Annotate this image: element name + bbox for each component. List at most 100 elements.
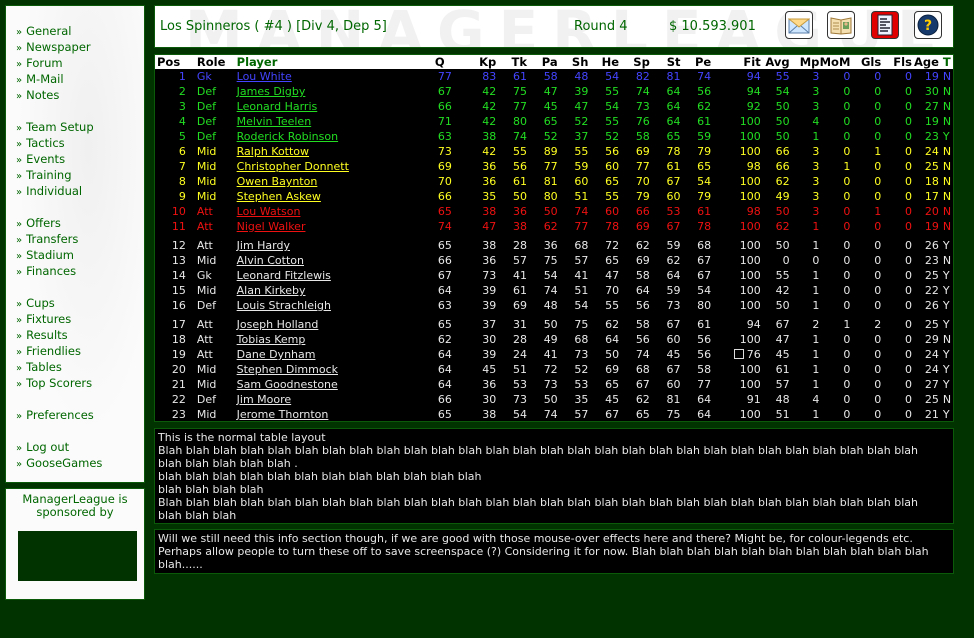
- player-row[interactable]: 18 Att Tobias Kemp 62 30 28 49 68 64 56 60 56 100 47 1…: [155, 332, 953, 347]
- player-row[interactable]: 6 Mid Ralph Kottow 73 42 55 89 55 56 69 78 79 100 66 3…: [155, 144, 953, 159]
- player-row[interactable]: 2 Def James Digby 67 42 75 47 39 55 74 64 56 94 54 3 0 0…: [155, 84, 953, 99]
- player-row[interactable]: 9 Mid Stephen Askew 66 35 50 80 51 55 79 60 79 100 49…: [155, 189, 953, 204]
- player-link[interactable]: Jim Hardy: [237, 239, 290, 252]
- player-row[interactable]: 5 Def Roderick Robinson 63 38 74 52 37 52 58 65 59 1…: [155, 129, 953, 144]
- player-row[interactable]: 13 Mid Alvin Cotton 66 36 57 75 57 65 69 62 67 100 0 0…: [155, 253, 953, 268]
- sidebar-item-fixtures[interactable]: » Fixtures: [6, 311, 144, 327]
- cell-mp: 3: [812, 85, 820, 98]
- col-header-fls[interactable]: Fls: [881, 55, 912, 69]
- col-header-sp[interactable]: Sp: [619, 55, 650, 69]
- sidebar-item-top-scorers[interactable]: » Top Scorers: [6, 375, 144, 391]
- player-link[interactable]: Louis Strachleigh: [237, 299, 331, 312]
- col-header-pa[interactable]: Pa: [526, 55, 558, 69]
- sidebar-item-log-out[interactable]: » Log out: [6, 439, 144, 455]
- sidebar-item-individual[interactable]: » Individual: [6, 183, 144, 199]
- player-row[interactable]: 11 Att Nigel Walker 74 47 38 62 77 78 69 67 78 100 62…: [155, 219, 953, 234]
- col-header-tk[interactable]: Tk: [496, 55, 527, 69]
- player-row[interactable]: 12 Att Jim Hardy 65 38 28 36 68 72 62 59 68 100 50 1 0 0…: [155, 238, 953, 253]
- sidebar-item-newspaper[interactable]: » Newspaper: [6, 39, 144, 55]
- sidebar-item-training[interactable]: » Training: [6, 167, 144, 183]
- newspaper-button[interactable]: [827, 11, 855, 39]
- mail-button[interactable]: [785, 11, 813, 39]
- col-header-gls[interactable]: Gls: [850, 55, 882, 69]
- player-row[interactable]: 4 Def Melvin Teelen 71 42 80 65 52 55 76 64 61 100 50…: [155, 114, 953, 129]
- player-link[interactable]: Nigel Walker: [237, 220, 306, 233]
- sidebar-item-friendlies[interactable]: » Friendlies: [6, 343, 144, 359]
- cell-role: Att: [196, 348, 213, 361]
- player-row[interactable]: 10 Att Lou Watson 65 38 36 50 74 60 66 53 61 98 50 3 0 1…: [155, 204, 953, 219]
- col-header-q[interactable]: Q: [434, 55, 452, 69]
- col-header-player[interactable]: Player: [236, 55, 435, 69]
- player-link[interactable]: James Digby: [237, 85, 306, 98]
- player-link[interactable]: Lou Watson: [237, 205, 301, 218]
- player-row[interactable]: 16 Def Louis Strachleigh 63 39 69 48 54 55 56 73 80…: [155, 298, 953, 313]
- player-row[interactable]: 21 Mid Sam Goodnestone 64 36 53 73 53 65 67 60 77 10…: [155, 377, 953, 392]
- player-row[interactable]: 19 Att Dane Dynham 64 39 24 41 73 50 74 45 56 76 45 1 0…: [155, 347, 953, 362]
- player-link[interactable]: Christopher Donnett: [237, 160, 349, 173]
- sidebar-item-cups[interactable]: » Cups: [6, 295, 144, 311]
- sidebar-item-results[interactable]: » Results: [6, 327, 144, 343]
- col-header-sh[interactable]: Sh: [557, 55, 589, 69]
- player-row[interactable]: 3 Def Leonard Harris 66 42 77 45 47 54 73 64 62 92 50…: [155, 99, 953, 114]
- sidebar-item-team-setup[interactable]: » Team Setup: [6, 119, 144, 135]
- player-row[interactable]: 1 Gk Lou White 77 83 61 58 48 54 82 81 74 94 55 3 0 0 0 19…: [155, 69, 953, 84]
- sidebar-item-tactics[interactable]: » Tactics: [6, 135, 144, 151]
- player-link[interactable]: Roderick Robinson: [237, 130, 338, 143]
- sidebar-item-events[interactable]: » Events: [6, 151, 144, 167]
- sponsor-banner[interactable]: [18, 531, 137, 581]
- col-header-mom[interactable]: MoM: [819, 55, 851, 69]
- sidebar-item-goosegames[interactable]: » GooseGames: [6, 455, 144, 471]
- sidebar-item-offers[interactable]: » Offers: [6, 215, 144, 231]
- player-link[interactable]: Sam Goodnestone: [237, 378, 338, 391]
- player-link[interactable]: Ralph Kottow: [237, 145, 309, 158]
- player-link[interactable]: Leonard Fitzlewis: [237, 269, 331, 282]
- player-link[interactable]: Stephen Dimmock: [237, 363, 338, 376]
- player-row[interactable]: 23 Mid Jerome Thornton 65 38 54 74 57 67 65 75 64 10…: [155, 407, 953, 421]
- player-link[interactable]: Alan Kirkeby: [237, 284, 306, 297]
- player-row[interactable]: 22 Def Jim Moore 66 30 73 50 35 45 62 81 64 91 48 4 0 0 0…: [155, 392, 953, 407]
- sidebar-item-notes[interactable]: » Notes: [6, 87, 144, 103]
- player-row[interactable]: 20 Mid Stephen Dimmock 64 45 51 72 52 69 68 67 58 10…: [155, 362, 953, 377]
- player-row[interactable]: 8 Mid Owen Baynton 70 36 61 81 60 65 70 67 54 100 62 3…: [155, 174, 953, 189]
- fitness-warning-checkbox[interactable]: [733, 349, 744, 359]
- sidebar-item-stadium[interactable]: » Stadium: [6, 247, 144, 263]
- cell-pe: 68: [697, 239, 712, 252]
- player-link[interactable]: Dane Dynham: [237, 348, 316, 361]
- player-link[interactable]: Leonard Harris: [237, 100, 318, 113]
- col-header-he[interactable]: He: [588, 55, 620, 69]
- sidebar-item-label: Preferences: [26, 408, 94, 422]
- player-row[interactable]: 14 Gk Leonard Fitzlewis 67 73 41 54 41 47 58 64 67 1…: [155, 268, 953, 283]
- sidebar-item-m-mail[interactable]: » M-Mail: [6, 71, 144, 87]
- sidebar-item-tables[interactable]: » Tables: [6, 359, 144, 375]
- col-header-age[interactable]: Age: [911, 55, 939, 69]
- sidebar-item-transfers[interactable]: » Transfers: [6, 231, 144, 247]
- help-button[interactable]: ?: [914, 11, 942, 39]
- sidebar-item-general[interactable]: » General: [6, 23, 144, 39]
- report-button[interactable]: [871, 11, 899, 39]
- player-link[interactable]: Owen Baynton: [237, 175, 318, 188]
- col-header-fit[interactable]: Fit: [711, 55, 761, 69]
- col-header-kp[interactable]: Kp: [451, 55, 497, 69]
- col-header-pos[interactable]: Pos: [155, 55, 186, 69]
- player-link[interactable]: Lou White: [237, 70, 292, 83]
- sidebar-item-preferences[interactable]: » Preferences: [6, 407, 144, 423]
- col-header-avg[interactable]: Avg: [760, 55, 790, 69]
- player-link[interactable]: Melvin Teelen: [237, 115, 312, 128]
- col-header-role[interactable]: Role: [185, 55, 237, 69]
- sidebar-item-finances[interactable]: » Finances: [6, 263, 144, 279]
- player-link[interactable]: Jerome Thornton: [237, 408, 329, 421]
- player-link[interactable]: Alvin Cotton: [237, 254, 304, 267]
- player-link[interactable]: Tobias Kemp: [237, 333, 306, 346]
- player-link[interactable]: Stephen Askew: [237, 190, 321, 203]
- player-link[interactable]: Joseph Holland: [237, 318, 319, 331]
- col-header-st[interactable]: St: [649, 55, 681, 69]
- col-header-mp[interactable]: Mp: [789, 55, 820, 69]
- sidebar-item-label: Top Scorers: [26, 376, 93, 390]
- player-link[interactable]: Jim Moore: [237, 393, 292, 406]
- player-row[interactable]: 15 Mid Alan Kirkeby 64 39 61 74 51 70 64 59 54 100 42…: [155, 283, 953, 298]
- player-row[interactable]: 7 Mid Christopher Donnett 69 36 56 77 59 60 77 61 6…: [155, 159, 953, 174]
- col-header-t[interactable]: T: [938, 55, 953, 69]
- sidebar-item-forum[interactable]: » Forum: [6, 55, 144, 71]
- player-row[interactable]: 17 Att Joseph Holland 65 37 31 50 75 62 58 67 61 94 6…: [155, 317, 953, 332]
- col-header-pe[interactable]: Pe: [680, 55, 712, 69]
